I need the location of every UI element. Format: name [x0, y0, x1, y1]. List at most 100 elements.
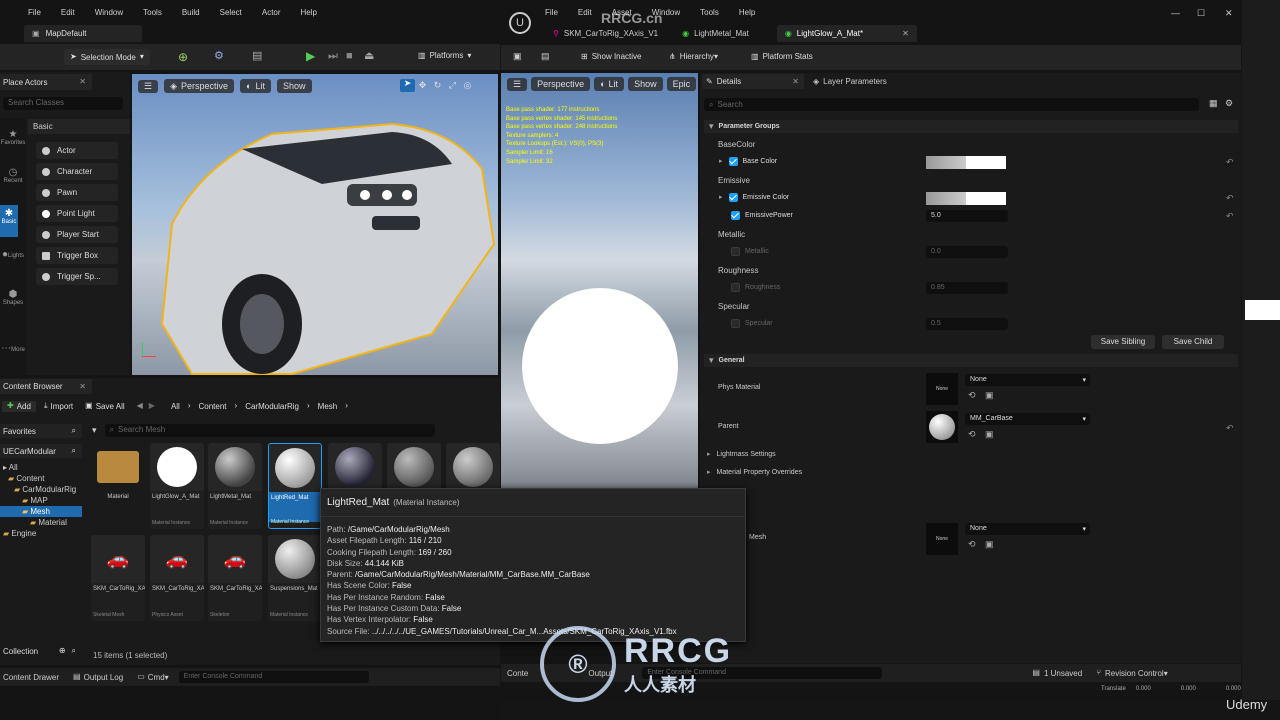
menu-edit[interactable]: Edit [578, 8, 592, 17]
filter-icon[interactable]: ▾ [92, 425, 97, 435]
category-lights[interactable]: ●Lights [0, 250, 26, 260]
roughness-input[interactable]: 0.85 [926, 282, 1008, 294]
save-icon[interactable]: ▣ [513, 52, 522, 61]
rotate-tool-icon[interactable]: ↻ [430, 81, 445, 90]
show-button[interactable]: Show [276, 79, 312, 93]
asset-tile-physics-asset[interactable]: 🚗 SKM_CarToRig_XAxis_V... Physics Asset [150, 535, 204, 621]
category-more[interactable]: ⋯More [0, 344, 26, 354]
cmd-button[interactable]: ▭ Cmd ▾ [137, 673, 168, 682]
close-icon[interactable]: ✕ [79, 382, 86, 391]
browse-folder-icon[interactable]: ▣ [985, 430, 994, 439]
browse-arrow-icon[interactable]: ⟲ [968, 540, 976, 549]
play-icon[interactable]: ▶ [306, 50, 315, 62]
menu-tools[interactable]: Tools [143, 8, 162, 17]
actor-item-pawn[interactable]: Pawn [36, 184, 118, 201]
emissive-color-swatch[interactable] [926, 192, 1006, 205]
forward-icon[interactable]: ▶ [149, 402, 155, 410]
menu-actor[interactable]: Actor [262, 8, 281, 17]
add-actor-icon[interactable]: ⊕ [178, 51, 188, 63]
show-button[interactable]: Show [628, 77, 663, 91]
actor-item-trigger-sphere[interactable]: Trigger Sp... [36, 268, 118, 285]
actor-item-point-light[interactable]: Point Light [36, 205, 118, 222]
browse-folder-icon[interactable]: ▣ [985, 391, 994, 400]
actor-item-actor[interactable]: Actor [36, 142, 118, 159]
lit-button[interactable]: ◐ Lit [594, 77, 625, 91]
output-log-button[interactable]: ▤ Output Log [73, 673, 123, 682]
viewport-menu-icon[interactable]: ☰ [138, 79, 159, 93]
eject-icon[interactable]: ⏏ [364, 51, 374, 62]
table-view-icon[interactable]: ▦ [1209, 99, 1218, 108]
save-child-button[interactable]: Save Child [1162, 335, 1224, 349]
back-icon[interactable]: ◀ [137, 402, 143, 410]
place-actors-tab[interactable]: Place Actors ✕ [0, 74, 92, 90]
lightmass-settings-row[interactable]: ▸ Lightmass Settings [707, 451, 776, 458]
actor-item-character[interactable]: Character [36, 163, 118, 180]
stop-icon[interactable]: ■ [346, 51, 353, 62]
reset-icon[interactable]: ↶ [1226, 211, 1234, 222]
perspective-button[interactable]: Perspective [531, 77, 591, 91]
revision-control-button[interactable]: ⑂ Revision Control ▾ [1096, 669, 1168, 678]
console-input[interactable]: Enter Console Command [178, 671, 369, 683]
viewport-menu-icon[interactable]: ☰ [507, 77, 528, 91]
menu-edit[interactable]: Edit [61, 8, 75, 17]
phys-material-dropdown[interactable]: None ▾ [965, 374, 1090, 386]
menu-file[interactable]: File [545, 8, 558, 17]
details-search-input[interactable]: ⌕ Search [704, 98, 1199, 111]
category-favorites[interactable]: ★Favorites [0, 130, 26, 147]
metallic-input[interactable]: 0.0 [926, 246, 1008, 258]
override-checkbox[interactable] [731, 319, 740, 328]
mesh-dropdown[interactable]: None ▾ [965, 523, 1090, 535]
override-checkbox[interactable] [731, 283, 740, 292]
browse-folder-icon[interactable]: ▣ [985, 540, 994, 549]
scale-tool-icon[interactable]: ⤢ [445, 81, 460, 90]
tab-lightglow[interactable]: ◉ LightGlow_A_Mat* ✕ [776, 25, 917, 42]
scalability-button[interactable]: Epic [666, 77, 697, 91]
settings-icon[interactable]: ⚙ [1225, 99, 1233, 108]
tree-material[interactable]: ▰ Material [0, 517, 82, 528]
category-shapes[interactable]: ⬢Shapes [0, 290, 26, 307]
maximize-icon[interactable]: ☐ [1197, 9, 1205, 18]
asset-tile-skeletal-mesh[interactable]: 🚗 SKM_CarToRig_XAxis_V1 Skeletal Mesh [91, 535, 145, 621]
tab-lightmetal[interactable]: ◉ LightMetal_Mat [674, 25, 757, 42]
phys-material-thumbnail[interactable]: None [926, 373, 958, 405]
unsaved-indicator[interactable]: ▤ 1 Unsaved [1032, 669, 1082, 678]
asset-tile-skeleton[interactable]: 🚗 SKM_CarToRig_XAxis_V... Skeleton [208, 535, 262, 621]
browse-icon[interactable]: ▤ [541, 52, 550, 61]
project-root-header[interactable]: UECarModular ⌕ [0, 444, 82, 458]
group-specular[interactable]: Specular [718, 302, 750, 311]
asset-tile-lightmetal[interactable]: LightMetal_Mat Material Instance [208, 443, 262, 529]
asset-tile-suspensions[interactable]: Suspensions_Mat Material Instance [268, 535, 322, 621]
close-icon[interactable]: ✕ [792, 77, 799, 86]
cinematics-icon[interactable]: ▤ [252, 51, 262, 62]
chevron-right-icon[interactable]: ▸ [719, 158, 723, 165]
general-header[interactable]: ▾ General [704, 354, 1238, 367]
menu-select[interactable]: Select [220, 8, 242, 17]
add-collection-icon[interactable]: ⊕ [59, 647, 66, 655]
breadcrumb-content[interactable]: Content [199, 402, 227, 411]
add-button[interactable]: ✚ Add [2, 400, 36, 412]
override-checkbox[interactable] [731, 247, 740, 256]
step-icon[interactable]: ⏭ [328, 51, 338, 62]
actor-item-player-start[interactable]: Player Start [36, 226, 118, 243]
chevron-right-icon[interactable]: ▸ [719, 194, 723, 201]
browse-arrow-icon[interactable]: ⟲ [968, 430, 976, 439]
override-checkbox[interactable] [731, 211, 740, 220]
tree-content[interactable]: ▰ Content [0, 473, 82, 484]
blueprint-icon[interactable]: ⚙ [214, 51, 224, 62]
group-roughness[interactable]: Roughness [718, 266, 758, 275]
override-checkbox[interactable] [728, 193, 738, 202]
base-color-swatch[interactable] [926, 156, 1006, 169]
platform-stats-button[interactable]: ▥ Platform Stats [751, 52, 813, 61]
search-mesh-input[interactable]: ⌕ Search Mesh [104, 423, 435, 437]
actor-item-trigger-box[interactable]: Trigger Box [36, 247, 118, 264]
search-icon[interactable]: ⌕ [72, 427, 76, 435]
menu-help[interactable]: Help [739, 8, 755, 17]
save-all-button[interactable]: ▣ Save All [85, 402, 124, 411]
platforms-button[interactable]: ▥ Platforms ▾ [418, 51, 471, 60]
search-classes-input[interactable]: Search Classes [3, 97, 123, 110]
world-icon[interactable]: ◎ [460, 81, 475, 90]
move-tool-icon[interactable]: ✥ [415, 81, 430, 90]
reset-icon[interactable]: ↶ [1226, 157, 1234, 168]
close-icon[interactable]: ✕ [79, 78, 86, 86]
group-metallic[interactable]: Metallic [718, 230, 745, 239]
